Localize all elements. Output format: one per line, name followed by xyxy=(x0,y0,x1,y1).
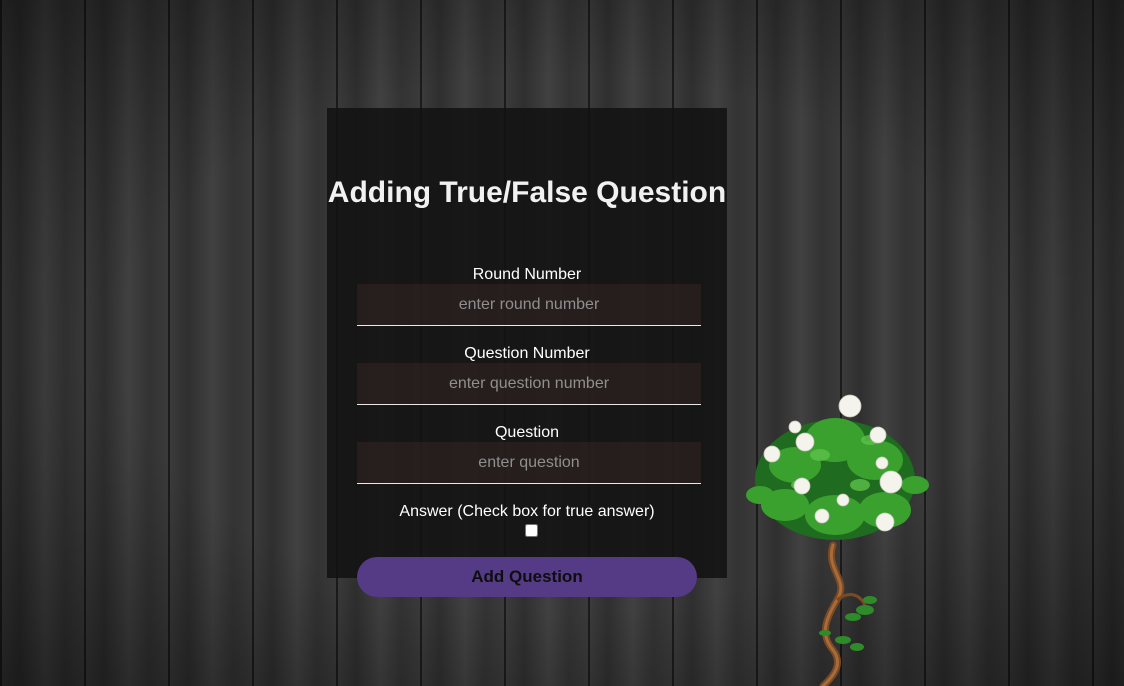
add-question-button[interactable]: Add Question xyxy=(357,557,697,597)
question-number-input[interactable] xyxy=(357,363,701,405)
page-title: Adding True/False Question xyxy=(327,176,727,209)
answer-label: Answer (Check box for true answer) xyxy=(399,503,655,520)
question-label: Question xyxy=(494,424,560,441)
round-number-label: Round Number xyxy=(472,266,582,283)
round-number-input[interactable] xyxy=(357,284,701,326)
flowering-tree-decoration xyxy=(746,394,929,686)
question-input[interactable] xyxy=(357,442,701,484)
question-number-label: Question Number xyxy=(464,345,590,362)
true-answer-checkbox[interactable] xyxy=(525,524,538,537)
